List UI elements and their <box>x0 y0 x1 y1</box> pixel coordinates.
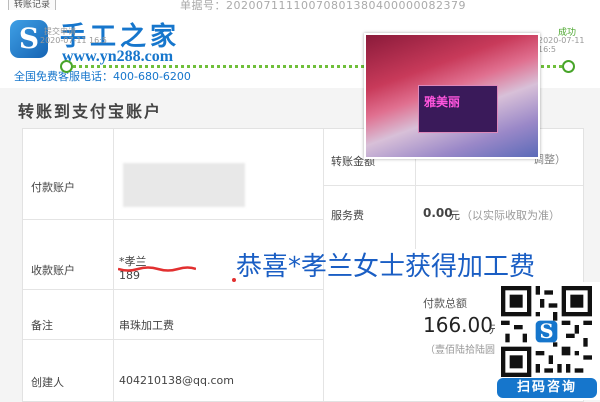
svg-text:S: S <box>539 320 553 343</box>
qr-code-icon[interactable]: S <box>501 286 592 377</box>
payer-label: 付款账户 <box>31 181 75 194</box>
red-underline <box>118 266 196 272</box>
fee-note: （以实际收取为准） <box>461 209 560 222</box>
creator-value: 404210138@qq.com <box>119 374 234 387</box>
qr-consult-card[interactable]: S 扫码咨询 <box>495 282 600 400</box>
brand-url: www.yn288.com <box>62 48 174 65</box>
progress-start-date: 2020-07-11 16:5 <box>40 36 107 45</box>
progress-end-date: 2020-07-11 16:5 <box>538 36 585 54</box>
product-photo: 雅美丽 <box>364 33 540 159</box>
note-label: 备注 <box>31 319 53 332</box>
progress-end-dot <box>562 60 575 73</box>
congrats-banner: 恭喜*孝兰女士获得加工费 <box>236 252 536 282</box>
page-title: 转账到支付宝账户 <box>18 102 163 121</box>
total-value: 166.00 <box>423 313 493 337</box>
fee-unit: 元 <box>449 209 460 222</box>
product-box-text: 雅美丽 <box>424 95 461 109</box>
creator-label: 创建人 <box>31 376 64 389</box>
scan-consult-button[interactable]: 扫码咨询 <box>497 378 597 398</box>
hotline-text: 全国免费客服电话：400-680-6200 <box>14 70 191 83</box>
payer-account-redacted <box>123 163 245 207</box>
total-label: 付款总额 <box>423 297 467 310</box>
fee-label: 服务费 <box>331 209 364 222</box>
payee-label: 收款账户 <box>31 264 75 277</box>
note-value: 串珠加工费 <box>119 319 174 332</box>
progress-start-dot <box>60 60 73 73</box>
